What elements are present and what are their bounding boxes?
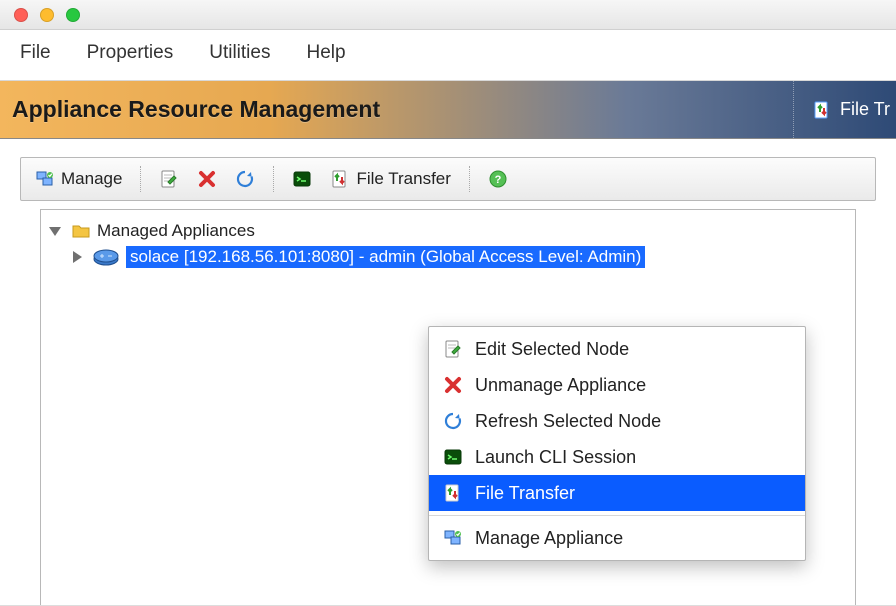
ctx-manage-label: Manage Appliance <box>475 528 623 549</box>
delete-icon <box>443 375 463 395</box>
file-transfer-icon <box>330 169 350 189</box>
app-window: File Properties Utilities Help Appliance… <box>0 0 896 606</box>
expand-toggle-icon[interactable] <box>73 251 82 263</box>
banner-file-transfer-label: File Tr <box>840 99 890 120</box>
toolbar-separator <box>469 166 470 192</box>
ctx-unmanage[interactable]: Unmanage Appliance <box>429 367 805 403</box>
unmanage-button[interactable] <box>191 165 223 193</box>
menu-properties[interactable]: Properties <box>87 42 174 64</box>
menu-utilities[interactable]: Utilities <box>209 42 270 64</box>
tree-root-row[interactable]: Managed Appliances <box>47 218 849 244</box>
banner-file-transfer-link[interactable]: File Tr <box>793 81 896 138</box>
ctx-cli[interactable]: Launch CLI Session <box>429 439 805 475</box>
toolbar-separator <box>273 166 274 192</box>
ctx-file-transfer[interactable]: File Transfer <box>429 475 805 511</box>
ctx-cli-label: Launch CLI Session <box>475 447 636 468</box>
toolbar-separator <box>140 166 141 192</box>
ctx-manage[interactable]: Manage Appliance <box>429 520 805 556</box>
ctx-file-transfer-label: File Transfer <box>475 483 575 504</box>
delete-icon <box>197 169 217 189</box>
menubar: File Properties Utilities Help <box>0 30 896 81</box>
svg-text:?: ? <box>495 174 502 186</box>
terminal-icon <box>292 169 312 189</box>
help-icon: ? <box>488 169 508 189</box>
ctx-refresh-label: Refresh Selected Node <box>475 411 661 432</box>
ctx-refresh[interactable]: Refresh Selected Node <box>429 403 805 439</box>
close-window-button[interactable] <box>14 8 28 22</box>
file-transfer-icon <box>443 483 463 503</box>
expand-toggle-icon[interactable] <box>49 227 61 236</box>
tree-node-label: solace [192.168.56.101:8080] - admin (Gl… <box>126 246 645 268</box>
manage-button[interactable]: Manage <box>29 165 128 193</box>
ctx-edit-node[interactable]: Edit Selected Node <box>429 331 805 367</box>
terminal-icon <box>443 447 463 467</box>
file-transfer-icon <box>812 100 832 120</box>
context-menu: Edit Selected Node Unmanage Appliance Re… <box>428 326 806 561</box>
ctx-unmanage-label: Unmanage Appliance <box>475 375 646 396</box>
refresh-button[interactable] <box>229 165 261 193</box>
file-transfer-button[interactable]: File Transfer <box>324 165 456 193</box>
refresh-icon <box>443 411 463 431</box>
window-titlebar <box>0 0 896 30</box>
edit-node-button[interactable] <box>153 165 185 193</box>
file-transfer-label: File Transfer <box>356 169 450 189</box>
banner: Appliance Resource Management File Tr <box>0 81 896 139</box>
edit-icon <box>443 339 463 359</box>
tree-node-row[interactable]: solace [192.168.56.101:8080] - admin (Gl… <box>47 244 849 270</box>
menu-file[interactable]: File <box>20 42 51 64</box>
ctx-edit-label: Edit Selected Node <box>475 339 629 360</box>
manage-icon <box>443 528 463 548</box>
refresh-icon <box>235 169 255 189</box>
help-button[interactable]: ? <box>482 165 514 193</box>
menu-help[interactable]: Help <box>306 42 345 64</box>
tree-root-label: Managed Appliances <box>97 221 255 241</box>
zoom-window-button[interactable] <box>66 8 80 22</box>
toolbar: Manage <box>20 157 876 201</box>
appliance-icon <box>92 247 120 267</box>
folder-icon <box>71 221 91 241</box>
edit-icon <box>159 169 179 189</box>
banner-title: Appliance Resource Management <box>12 96 380 123</box>
manage-icon <box>35 169 55 189</box>
cli-button[interactable] <box>286 165 318 193</box>
context-menu-separator <box>429 515 805 516</box>
minimize-window-button[interactable] <box>40 8 54 22</box>
manage-label: Manage <box>61 169 122 189</box>
